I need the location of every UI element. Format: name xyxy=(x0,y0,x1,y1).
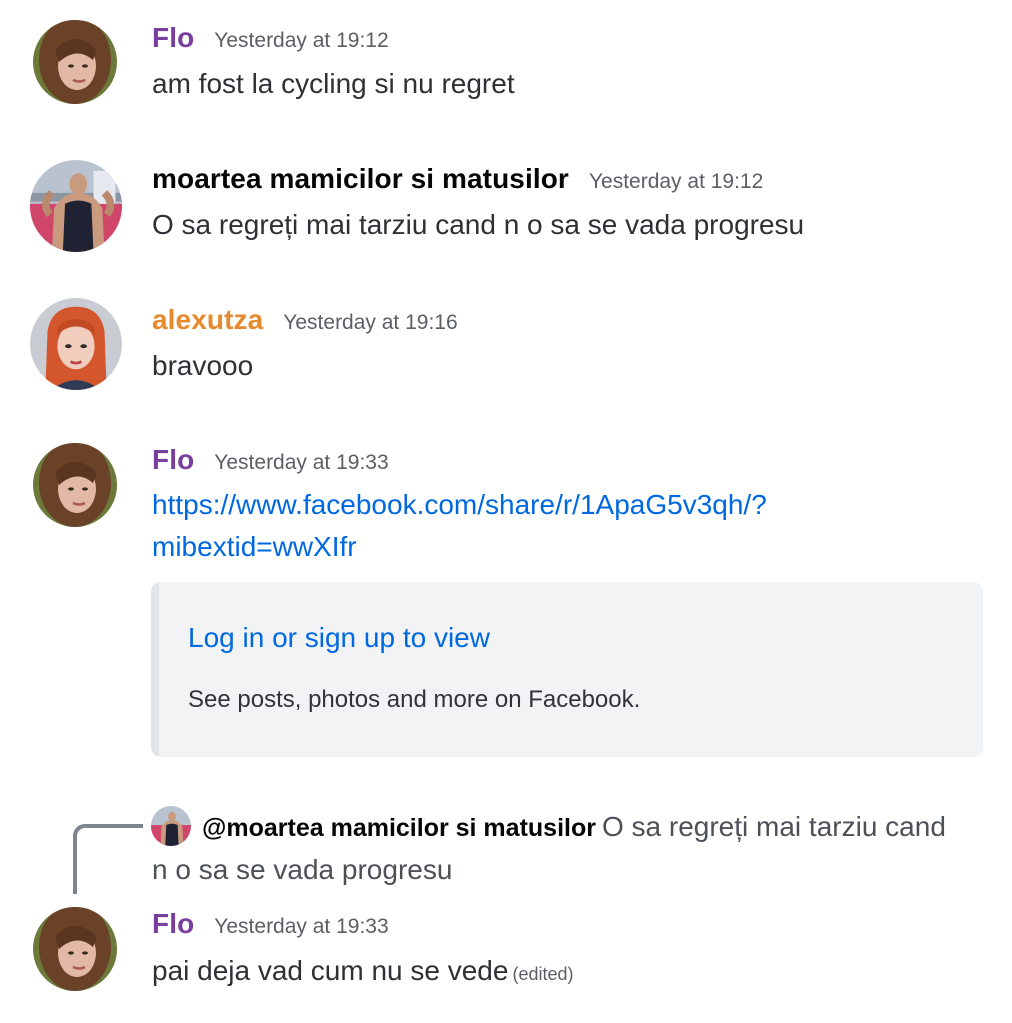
avatar-moartea[interactable] xyxy=(30,160,122,252)
embed-title[interactable]: Log in or sign up to view xyxy=(188,622,490,654)
reply-preview[interactable]: @moartea mamicilor si matusilor O sa regr… xyxy=(152,806,952,891)
timestamp: Yesterday at 19:12 xyxy=(214,29,389,52)
author-name[interactable]: moartea mamicilor si matusilor xyxy=(152,163,569,195)
author-name[interactable]: Flo xyxy=(152,444,194,476)
avatar-image xyxy=(33,20,117,104)
message-link[interactable]: https://www.facebook.com/share/r/1ApaG5v… xyxy=(152,484,767,568)
link-line[interactable]: https://www.facebook.com/share/r/1ApaG5v… xyxy=(152,484,767,526)
message-text: O sa regreți mai tarziu cand n o sa se v… xyxy=(152,209,805,240)
link-embed: Log in or sign up to view See posts, pho… xyxy=(151,582,983,757)
message-body: pai deja vad cum nu se vede xyxy=(152,955,509,986)
message-header: moartea mamicilor si matusilor Yesterday… xyxy=(152,163,763,195)
message-header: Flo Yesterday at 19:33 xyxy=(152,908,389,940)
avatar-flo[interactable] xyxy=(33,907,117,991)
reply-author[interactable]: @moartea mamicilor si matusilor xyxy=(202,814,596,842)
avatar-image xyxy=(30,160,122,252)
embed-accent-bar xyxy=(151,582,159,757)
timestamp: Yesterday at 19:16 xyxy=(283,311,458,334)
embed-description: See posts, photos and more on Facebook. xyxy=(188,686,641,713)
avatar-flo[interactable] xyxy=(33,20,117,104)
message-text: pai deja vad cum nu se vede (edited) xyxy=(152,950,573,995)
avatar-flo[interactable] xyxy=(33,443,117,527)
reply-connector xyxy=(73,824,143,894)
message-text: am fost la cycling si nu regret xyxy=(152,68,515,99)
author-name[interactable]: Flo xyxy=(152,908,194,940)
avatar-image xyxy=(33,443,117,527)
link-line[interactable]: mibextid=wwXIfr xyxy=(152,526,767,568)
timestamp: Yesterday at 19:33 xyxy=(214,915,389,938)
edited-label: (edited) xyxy=(512,964,574,984)
message-header: Flo Yesterday at 19:33 xyxy=(152,444,389,476)
message-header: alexutza Yesterday at 19:16 xyxy=(152,304,458,336)
message-header: Flo Yesterday at 19:12 xyxy=(152,22,389,54)
timestamp: Yesterday at 19:12 xyxy=(588,170,764,193)
avatar-image xyxy=(30,298,122,390)
author-name[interactable]: Flo xyxy=(152,22,194,54)
avatar-image xyxy=(33,907,117,991)
avatar-alexutza[interactable] xyxy=(30,298,122,390)
timestamp: Yesterday at 19:33 xyxy=(214,451,389,474)
message-text: bravooo xyxy=(152,350,254,381)
author-name[interactable]: alexutza xyxy=(152,304,263,336)
